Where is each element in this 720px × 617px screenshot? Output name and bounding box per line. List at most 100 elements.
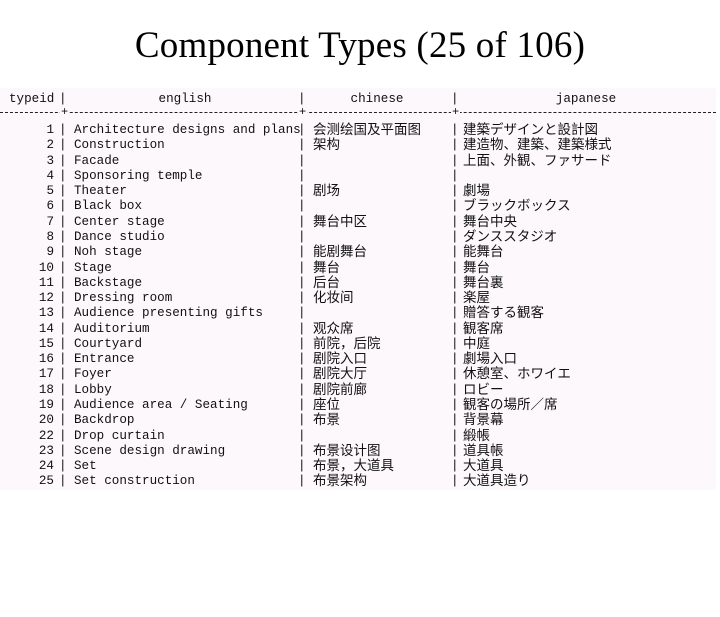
chinese-cell: 布景，大道具 <box>313 458 394 475</box>
table-row: 8 | Dance studio | | ダンススタジオ <box>0 229 716 245</box>
japanese-cell: 大道具 <box>463 458 504 475</box>
column-separator: | <box>451 153 459 168</box>
dashed-rule <box>0 112 716 113</box>
column-separator: | <box>298 306 306 321</box>
column-separator: | <box>451 214 459 229</box>
divider-junction: + <box>60 108 70 118</box>
column-separator: | <box>451 336 459 351</box>
typeid-cell: 7 <box>46 214 54 229</box>
column-separator: | <box>451 474 459 489</box>
table-row: 6 | Black box | | ブラックボックス <box>0 198 716 214</box>
japanese-cell: 中庭 <box>463 335 490 352</box>
table-row: 4 | Sponsoring temple | | <box>0 168 716 184</box>
header-japanese: japanese <box>555 92 617 106</box>
divider-junction: + <box>298 108 308 118</box>
chinese-cell: 前院，后院 <box>313 335 381 352</box>
column-separator: | <box>451 260 459 275</box>
typeid-cell: 18 <box>38 382 54 397</box>
column-separator: | <box>298 336 306 351</box>
japanese-cell: ロビー <box>463 381 504 398</box>
japanese-cell: 劇場入口 <box>463 351 517 368</box>
column-separator: | <box>298 138 306 153</box>
column-separator: | <box>451 229 459 244</box>
japanese-cell: 休憩室、ホワイエ <box>463 366 571 383</box>
japanese-cell: 道具帳 <box>463 442 504 459</box>
column-separator: | <box>451 123 459 137</box>
column-separator: | <box>451 398 459 413</box>
column-separator: | <box>451 321 459 336</box>
header-divider: + + + <box>0 108 716 118</box>
column-separator: | <box>59 428 67 443</box>
column-separator: | <box>451 306 459 321</box>
table-row: 20 | Backdrop | 布景 | 背景幕 <box>0 412 716 428</box>
table-row: 17 | Foyer | 剧院大厅 | 休憩室、ホワイエ <box>0 366 716 382</box>
table-row: 12 | Dressing room | 化妆间 | 楽屋 <box>0 290 716 306</box>
column-separator: | <box>298 428 306 443</box>
english-cell: Facade <box>74 153 120 168</box>
english-cell: Foyer <box>74 367 112 382</box>
column-separator: | <box>298 352 306 367</box>
english-cell: Backstage <box>74 275 143 290</box>
typeid-cell: 10 <box>38 260 54 275</box>
column-separator: | <box>59 199 67 214</box>
japanese-cell: 背景幕 <box>463 412 504 429</box>
japanese-cell: 贈答する観客 <box>463 305 544 322</box>
japanese-cell: 観客席 <box>463 320 504 337</box>
column-separator: | <box>59 413 67 428</box>
table-row: 9 | Noh stage | 能剧舞台 | 能舞台 <box>0 244 716 260</box>
chinese-cell: 布景架构 <box>313 473 367 490</box>
column-separator: | <box>451 382 459 397</box>
japanese-cell: 舞台 <box>463 259 490 276</box>
table-row: 25 | Set construction | 布景架构 | 大道具造り <box>0 473 716 489</box>
column-separator: | <box>59 398 67 413</box>
column-separator: | <box>59 168 67 183</box>
column-separator: | <box>298 321 306 336</box>
column-separator: | <box>59 321 67 336</box>
table-row: 14 | Auditorium | 观众席 | 観客席 <box>0 321 716 337</box>
english-cell: Drop curtain <box>74 428 165 443</box>
chinese-cell: 剧院前廊 <box>313 381 367 398</box>
english-cell: Dressing room <box>74 291 173 306</box>
column-separator: | <box>298 245 306 260</box>
column-separator: | <box>451 184 459 199</box>
english-cell: Black box <box>74 199 143 214</box>
typeid-cell: 8 <box>46 229 54 244</box>
english-cell: Auditorium <box>74 321 150 336</box>
typeid-cell: 1 <box>46 123 54 137</box>
table-row: 24 | Set | 布景，大道具 | 大道具 <box>0 458 716 474</box>
column-separator: | <box>59 459 67 474</box>
typeid-cell: 13 <box>38 306 54 321</box>
table-row: 5 | Theater | 剧场 | 劇場 <box>0 183 716 199</box>
column-separator: | <box>59 474 67 489</box>
column-separator: | <box>59 260 67 275</box>
japanese-cell: 大道具造り <box>463 473 531 490</box>
typeid-cell: 20 <box>38 413 54 428</box>
column-separator: | <box>298 459 306 474</box>
english-cell: Center stage <box>74 214 165 229</box>
column-separator: | <box>59 306 67 321</box>
typeid-cell: 11 <box>38 275 54 290</box>
english-cell: Backdrop <box>74 413 135 428</box>
column-separator: | <box>298 184 306 199</box>
chinese-cell: 布景 <box>313 412 340 429</box>
column-separator: | <box>298 168 306 183</box>
english-cell: Construction <box>74 138 165 153</box>
japanese-cell: 緞帳 <box>463 427 490 444</box>
chinese-cell: 剧院入口 <box>313 351 367 368</box>
column-separator: | <box>451 443 459 458</box>
column-separator: | <box>451 413 459 428</box>
column-separator: | <box>298 443 306 458</box>
typeid-cell: 17 <box>38 367 54 382</box>
japanese-cell: 能舞台 <box>463 244 504 261</box>
typeid-cell: 14 <box>38 321 54 336</box>
english-cell: Stage <box>74 260 112 275</box>
japanese-cell: 楽屋 <box>463 290 490 307</box>
japanese-cell: 劇場 <box>463 183 490 200</box>
column-separator: | <box>59 184 67 199</box>
chinese-cell: 观众席 <box>313 320 354 337</box>
typeid-cell: 4 <box>46 168 54 183</box>
table-row: 7 | Center stage | 舞台中区 | 舞台中央 <box>0 214 716 230</box>
japanese-cell: 上面、外観、ファサード <box>463 152 612 169</box>
japanese-cell: 観客の場所／席 <box>463 397 558 414</box>
chinese-cell: 化妆间 <box>313 290 354 307</box>
